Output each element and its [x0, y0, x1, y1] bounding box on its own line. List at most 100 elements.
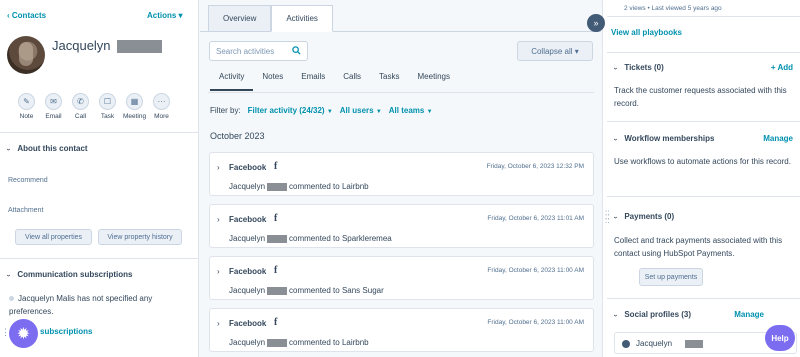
chevron-down-icon: › — [611, 138, 619, 141]
redacted-text — [685, 340, 703, 348]
activity-description: commented to Sans Sugar — [289, 286, 384, 295]
activity-card[interactable]: › Facebook f Friday, October 6, 2023 11:… — [209, 256, 594, 300]
actor-name: Jacquelyn — [229, 182, 266, 191]
activity-description: commented to Sparkleremea — [289, 234, 392, 243]
manage-subscriptions-link[interactable]: subscriptions — [40, 327, 92, 336]
activity-source: Facebook — [229, 215, 267, 224]
tab-activity[interactable]: Activity — [210, 68, 254, 91]
activity-body: Jacquelyn commented to Lairbnb — [229, 182, 369, 191]
activity-timestamp: Friday, October 6, 2023 12:32 PM — [486, 163, 584, 170]
quick-action-email[interactable]: ✉ Email — [43, 93, 64, 120]
workflow-section-header[interactable]: › Workflow memberships — [611, 134, 715, 143]
all-teams-dropdown[interactable]: All teams ▼ — [389, 106, 433, 115]
redacted-last-name — [117, 40, 162, 53]
about-title: About this contact — [17, 144, 88, 153]
divider — [607, 298, 800, 299]
tickets-description: Track the customer requests associated w… — [614, 86, 787, 108]
payments-section-header[interactable]: › Payments (0) — [611, 212, 675, 221]
tickets-title: Tickets (0) — [624, 63, 664, 72]
expand-sidebar-icon[interactable]: » — [587, 14, 605, 32]
divider — [0, 132, 198, 133]
redacted-text — [267, 234, 288, 243]
subscription-status-text: Jacquelyn Malis has not specified any pr… — [9, 294, 153, 316]
chevron-right-icon[interactable]: › — [217, 319, 220, 328]
manage-social-profiles-link[interactable]: Manage — [734, 310, 764, 319]
activity-body: Jacquelyn commented to Sparkleremea — [229, 234, 392, 243]
chevron-down-icon: › — [4, 274, 12, 277]
back-to-contacts-link[interactable]: ‹ Contacts — [7, 11, 46, 20]
communication-title: Communication subscriptions — [17, 270, 133, 279]
search-activities-input[interactable]: Search activities — [209, 41, 308, 61]
redacted-text — [267, 338, 288, 347]
month-heading: October 2023 — [210, 131, 265, 141]
tab-meetings[interactable]: Meetings — [409, 68, 459, 91]
chevron-right-icon[interactable]: › — [217, 267, 220, 276]
set-up-payments-button[interactable]: Set up payments — [639, 268, 703, 286]
property-recommend-label: Recommend — [8, 177, 48, 184]
view-all-properties-button[interactable]: View all properties — [15, 229, 92, 245]
manage-workflows-link[interactable]: Manage — [763, 134, 793, 143]
quick-action-note[interactable]: ✎ Note — [16, 93, 37, 120]
social-profiles-title: Social profiles (3) — [624, 310, 692, 319]
all-users-dropdown[interactable]: All users ▼ — [340, 106, 382, 115]
tab-calls[interactable]: Calls — [334, 68, 370, 91]
quick-action-call[interactable]: ✆ Call — [70, 93, 91, 120]
divider — [0, 258, 198, 259]
all-users-label: All users — [339, 106, 374, 115]
communication-section-header[interactable]: › Communication subscriptions — [4, 270, 133, 279]
add-ticket-button[interactable]: + Add — [771, 63, 793, 72]
record-tabs: Overview Activities — [208, 5, 333, 32]
divider — [607, 196, 800, 197]
tab-overview[interactable]: Overview — [208, 5, 272, 32]
collapse-all-button[interactable]: Collapse all ▾ — [517, 41, 593, 61]
gear-icon[interactable]: ✹ — [9, 319, 38, 348]
activity-card[interactable]: › Facebook f Friday, October 6, 2023 11:… — [209, 308, 594, 352]
actor-name: Jacquelyn — [229, 338, 266, 347]
activity-timestamp: Friday, October 6, 2023 11:01 AM — [487, 215, 584, 222]
chevron-down-icon: › — [611, 216, 619, 219]
facebook-icon: f — [274, 317, 278, 328]
drag-handle-icon[interactable]: :::::: — [605, 209, 609, 225]
payments-description: Collect and track payments associated wi… — [614, 236, 783, 258]
chevron-right-icon[interactable]: › — [217, 163, 220, 172]
about-section-header[interactable]: › About this contact — [5, 144, 88, 153]
tab-emails[interactable]: Emails — [292, 68, 334, 91]
facebook-icon: f — [274, 161, 278, 172]
filter-activity-dropdown[interactable]: Filter activity (24/32) ▼ — [248, 106, 333, 115]
search-icon — [292, 46, 301, 55]
redacted-text — [267, 182, 288, 191]
activity-source: Facebook — [229, 267, 267, 276]
contact-name: Jacquelyn — [52, 38, 111, 53]
all-teams-label: All teams — [388, 106, 425, 115]
activity-timestamp: Friday, October 6, 2023 11:00 AM — [487, 319, 584, 326]
actions-dropdown[interactable]: Actions ▾ — [147, 11, 183, 20]
view-property-history-button[interactable]: View property history — [98, 229, 182, 245]
social-profile-name: Jacquelyn — [636, 339, 673, 348]
status-dot-icon — [9, 296, 14, 302]
view-all-playbooks-link[interactable]: View all playbooks — [611, 28, 682, 37]
task-icon: ☐ — [99, 93, 116, 110]
payments-title: Payments (0) — [624, 212, 675, 221]
activity-card[interactable]: › Facebook f Friday, October 6, 2023 11:… — [209, 204, 594, 248]
profile-icon — [622, 340, 630, 348]
filter-by-label: Filter by: — [210, 106, 241, 115]
activity-body: Jacquelyn commented to Sans Sugar — [229, 286, 384, 295]
quick-action-more[interactable]: ··· More — [151, 93, 172, 120]
chevron-right-icon[interactable]: › — [217, 215, 220, 224]
tickets-section-header[interactable]: › Tickets (0) — [612, 63, 664, 72]
activity-panel: Overview Activities Search activities Co… — [200, 0, 601, 357]
tab-notes[interactable]: Notes — [253, 68, 292, 91]
filter-activity-label: Filter activity (24/32) — [247, 106, 325, 115]
social-profiles-section-header[interactable]: › Social profiles (3) — [612, 310, 692, 319]
quick-action-label: Task — [100, 113, 115, 120]
help-button[interactable]: Help — [765, 325, 795, 351]
quick-action-meeting[interactable]: ▦ Meeting — [123, 93, 146, 120]
tab-activities[interactable]: Activities — [271, 5, 333, 32]
search-placeholder: Search activities — [216, 47, 275, 56]
activity-card[interactable]: › Facebook f Friday, October 6, 2023 12:… — [209, 152, 594, 196]
property-attachment-label: Attachment — [8, 207, 44, 214]
tab-tasks[interactable]: Tasks — [370, 68, 408, 91]
redacted-text — [267, 286, 288, 295]
quick-action-task[interactable]: ☐ Task — [97, 93, 118, 120]
divider — [607, 52, 800, 53]
